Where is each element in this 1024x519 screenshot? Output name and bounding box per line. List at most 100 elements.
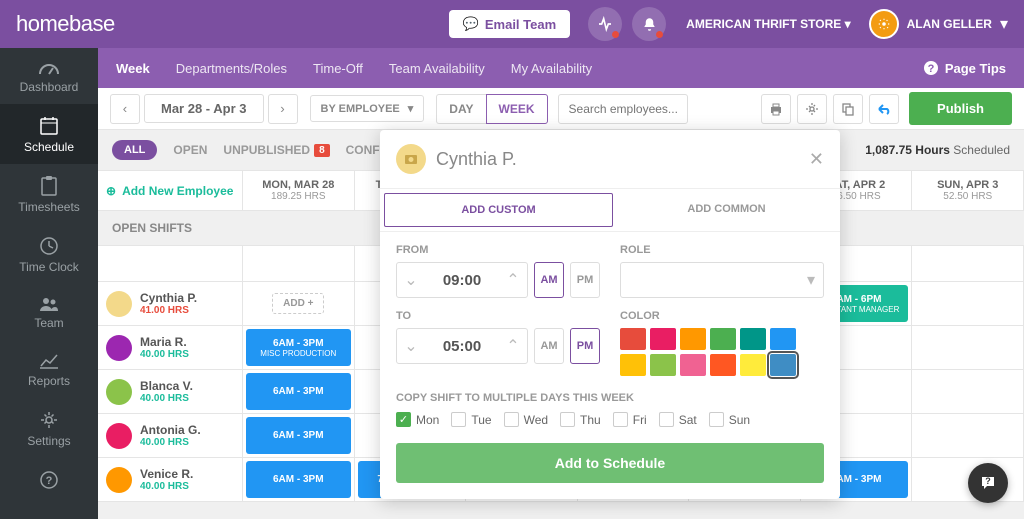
chevron-up-icon[interactable]: ⌃ — [499, 336, 527, 356]
checkbox[interactable] — [504, 412, 519, 427]
sidebar-item-timesheets[interactable]: Timesheets — [0, 164, 98, 224]
shift-block[interactable]: 6AM - 3PM — [246, 461, 351, 498]
color-swatch[interactable] — [620, 328, 646, 350]
sidebar-item-help[interactable]: ? — [0, 458, 98, 504]
filter-unpublished[interactable]: UNPUBLISHED8 — [223, 143, 329, 157]
chevron-up-icon[interactable]: ⌃ — [499, 270, 527, 290]
employee-cell[interactable]: Maria R.40.00 HRS — [98, 326, 243, 369]
from-time-input[interactable]: ⌄09:00⌃ — [396, 262, 528, 298]
print-icon — [769, 102, 783, 116]
user-avatar — [869, 9, 899, 39]
sidebar-item-timeclock[interactable]: Time Clock — [0, 224, 98, 284]
color-swatch[interactable] — [620, 354, 646, 376]
tab-add-custom[interactable]: ADD CUSTOM — [384, 193, 613, 227]
user-menu[interactable]: ALAN GELLER ▾ — [869, 9, 1008, 39]
employee-cell[interactable]: Venice R.40.00 HRS — [98, 458, 243, 501]
day-checkbox-wed[interactable]: Wed — [504, 412, 548, 427]
publish-button[interactable]: Publish — [909, 92, 1012, 125]
am-button[interactable]: AM — [534, 262, 564, 298]
sidebar-item-settings[interactable]: Settings — [0, 398, 98, 458]
color-swatch[interactable] — [710, 354, 736, 376]
days-row: ✓Mon Tue Wed Thu Fri Sat Sun — [396, 412, 824, 427]
group-by-select[interactable]: BY EMPLOYEE▾ — [310, 95, 425, 122]
pm-button[interactable]: PM — [570, 262, 600, 298]
undo-button[interactable] — [869, 94, 899, 124]
checkbox[interactable]: ✓ — [396, 412, 411, 427]
day-header[interactable]: SUN, APR 352.50 HRS — [912, 171, 1024, 210]
sidebar-item-schedule[interactable]: Schedule — [0, 104, 98, 164]
svg-text:?: ? — [46, 475, 53, 487]
employee-cell[interactable]: Antonia G.40.00 HRS — [98, 414, 243, 457]
day-checkbox-sat[interactable]: Sat — [659, 412, 697, 427]
hours-summary: 1,087.75 Hours Scheduled — [865, 143, 1010, 157]
search-input[interactable] — [558, 94, 688, 124]
view-day-button[interactable]: DAY — [436, 94, 485, 124]
color-swatch[interactable] — [770, 354, 796, 376]
color-swatch[interactable] — [680, 328, 706, 350]
date-prev-button[interactable]: ‹ — [110, 94, 140, 124]
to-time-input[interactable]: ⌄05:00⌃ — [396, 328, 528, 364]
color-swatch[interactable] — [680, 354, 706, 376]
team-icon — [38, 296, 60, 312]
shift-block[interactable]: 6AM - 3PMMISC PRODUCTION — [246, 329, 351, 366]
notifications-icon[interactable] — [632, 7, 666, 41]
page-tips-button[interactable]: ? Page Tips — [923, 60, 1006, 76]
sidebar: Dashboard Schedule Timesheets Time Clock… — [0, 48, 98, 519]
help-fab[interactable]: ? — [968, 463, 1008, 503]
sidebar-item-dashboard[interactable]: Dashboard — [0, 48, 98, 104]
checkbox[interactable] — [560, 412, 575, 427]
activity-icon[interactable] — [588, 7, 622, 41]
tab-timeoff[interactable]: Time-Off — [313, 61, 363, 76]
checkbox[interactable] — [451, 412, 466, 427]
employee-cell[interactable]: Blanca V.40.00 HRS — [98, 370, 243, 413]
filter-open[interactable]: OPEN — [173, 143, 207, 157]
color-swatch[interactable] — [650, 328, 676, 350]
day-checkbox-fri[interactable]: Fri — [613, 412, 647, 427]
day-header[interactable]: MON, MAR 28189.25 HRS — [243, 171, 355, 210]
chevron-down-icon[interactable]: ⌄ — [397, 336, 425, 356]
copy-button[interactable] — [833, 94, 863, 124]
help-circle-icon: ? — [923, 60, 939, 76]
role-select[interactable]: ▾ — [620, 262, 824, 298]
add-to-schedule-button[interactable]: Add to Schedule — [396, 443, 824, 483]
employee-cell[interactable]: Cynthia P.41.00 HRS — [98, 282, 243, 325]
sidebar-item-team[interactable]: Team — [0, 284, 98, 340]
checkbox[interactable] — [709, 412, 724, 427]
checkbox[interactable] — [659, 412, 674, 427]
date-next-button[interactable]: › — [268, 94, 298, 124]
color-swatch[interactable] — [740, 328, 766, 350]
color-swatch[interactable] — [710, 328, 736, 350]
am-button[interactable]: AM — [534, 328, 564, 364]
add-shift-button[interactable]: ADD + — [272, 293, 324, 314]
date-range-picker[interactable]: Mar 28 - Apr 3 — [144, 94, 264, 123]
shift-block[interactable]: 6AM - 3PM — [246, 417, 351, 454]
color-swatch[interactable] — [770, 328, 796, 350]
pm-button[interactable]: PM — [570, 328, 600, 364]
shift-block[interactable]: 6AM - 3PM — [246, 373, 351, 410]
day-checkbox-tue[interactable]: Tue — [451, 412, 491, 427]
tab-week[interactable]: Week — [116, 61, 150, 76]
add-employee-button[interactable]: ⊕Add New Employee — [106, 184, 233, 198]
settings-button[interactable] — [797, 94, 827, 124]
day-checkbox-sun[interactable]: Sun — [709, 412, 750, 427]
avatar — [106, 467, 132, 493]
email-team-button[interactable]: 💬 Email Team — [449, 10, 570, 38]
store-selector[interactable]: AMERICAN THRIFT STORE ▾ — [686, 17, 850, 31]
color-swatch[interactable] — [650, 354, 676, 376]
color-swatch[interactable] — [740, 354, 766, 376]
tab-team-availability[interactable]: Team Availability — [389, 61, 485, 76]
tab-add-common[interactable]: ADD COMMON — [613, 189, 840, 231]
tab-my-availability[interactable]: My Availability — [511, 61, 592, 76]
view-week-button[interactable]: WEEK — [486, 94, 548, 124]
day-checkbox-mon[interactable]: ✓Mon — [396, 412, 439, 427]
chevron-down-icon: ▾ — [408, 102, 414, 115]
day-checkbox-thu[interactable]: Thu — [560, 412, 601, 427]
chevron-down-icon[interactable]: ⌄ — [397, 270, 425, 290]
filter-all[interactable]: ALL — [112, 140, 157, 160]
close-button[interactable]: ✕ — [809, 149, 824, 170]
sidebar-item-reports[interactable]: Reports — [0, 340, 98, 398]
modal-avatar — [396, 144, 426, 174]
tab-departments[interactable]: Departments/Roles — [176, 61, 287, 76]
print-button[interactable] — [761, 94, 791, 124]
checkbox[interactable] — [613, 412, 628, 427]
